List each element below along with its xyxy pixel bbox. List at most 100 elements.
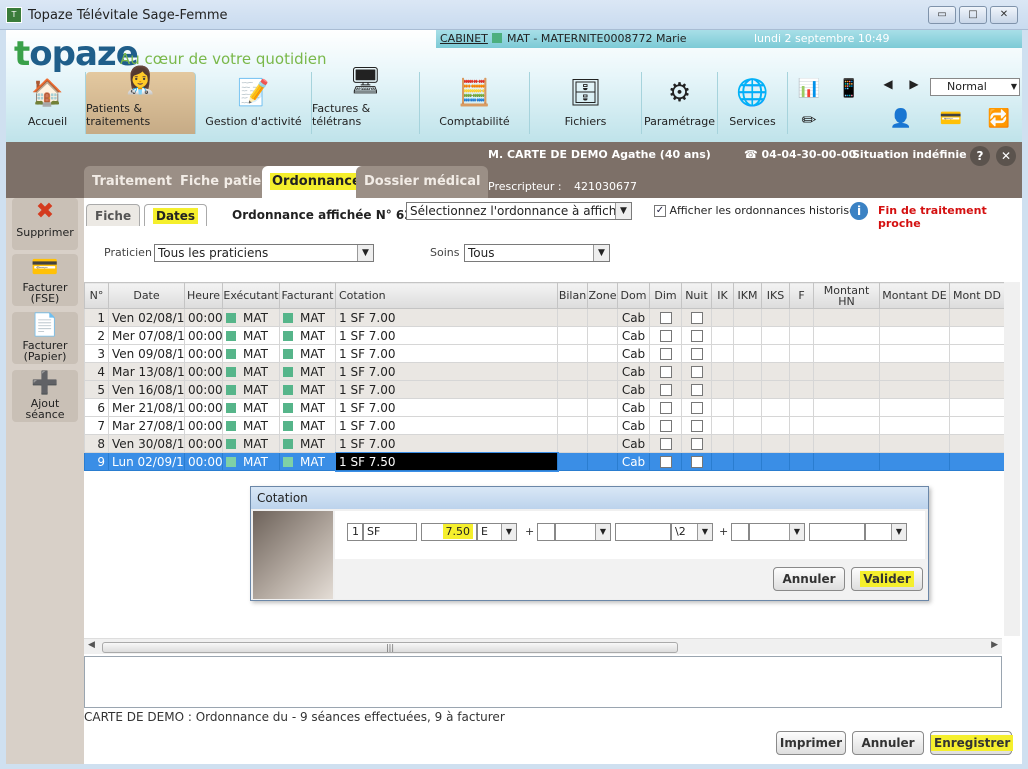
ordonnance-select[interactable]: Sélectionnez l'ordonnance à afficher ▼ [406, 202, 632, 220]
row-checkbox[interactable] [690, 312, 703, 324]
cell-ik[interactable] [711, 326, 734, 345]
invoice-fse-button[interactable]: 💳 Facturer (FSE) [12, 254, 78, 306]
cell-zone[interactable] [587, 344, 618, 363]
exit-icon[interactable]: 🔁 [986, 106, 1012, 132]
cancel-button[interactable]: Annuler [852, 731, 924, 755]
cell-montant-dd[interactable] [949, 380, 1005, 399]
cell-executant[interactable]: MAT [222, 362, 280, 381]
forward-icon[interactable]: ▶ [904, 74, 924, 94]
cell-montant-dd[interactable] [949, 434, 1005, 453]
cell-dom[interactable]: Cab [617, 326, 650, 345]
cell-f[interactable] [789, 308, 814, 327]
cell-cotation[interactable]: 1 SF 7.50 [334, 451, 559, 472]
cell-montant-dd[interactable] [949, 344, 1005, 363]
modifier-select[interactable]: E ▼ [477, 523, 517, 541]
cell-ikm[interactable] [733, 308, 762, 327]
cell-cotation[interactable]: 1 SF 7.00 [335, 434, 558, 453]
cell-montant-hn[interactable] [813, 398, 880, 417]
chart-icon[interactable]: 📊 [796, 76, 822, 102]
col-header[interactable]: Dom [617, 282, 650, 309]
pencil-icon[interactable]: ✏ [796, 108, 822, 134]
cell-number[interactable]: 4 [84, 362, 109, 381]
cell-f[interactable] [789, 326, 814, 345]
cell-montant-hn[interactable] [813, 326, 880, 345]
cell-date[interactable]: Mer 07/08/19 [108, 326, 185, 345]
cell-f[interactable] [789, 362, 814, 381]
table-row[interactable]: 2 Mer 07/08/19 00:00 MAT MAT 1 SF 7.00 Cab [84, 326, 1005, 345]
cell-montant-de[interactable] [879, 308, 950, 327]
cell-zone[interactable] [587, 326, 618, 345]
col-header[interactable]: Heure [184, 282, 223, 309]
dialog-cancel-button[interactable]: Annuler [773, 567, 845, 591]
cell-date[interactable]: Ven 16/08/19 [108, 380, 185, 399]
row-checkbox[interactable] [659, 384, 672, 396]
cell-executant[interactable]: MAT [222, 308, 280, 327]
row-checkbox[interactable] [690, 456, 703, 468]
cell-date[interactable]: Ven 30/08/19 [108, 434, 185, 453]
cell-zone[interactable] [587, 380, 618, 399]
cell-executant[interactable]: MAT [222, 398, 280, 417]
cell-bilan[interactable] [557, 434, 588, 453]
close-window-button[interactable]: ✕ [990, 6, 1018, 24]
coef-field[interactable]: 7.50 [421, 523, 477, 541]
row-checkbox[interactable] [690, 402, 703, 414]
col-header[interactable]: Montant HN [813, 282, 880, 309]
table-row[interactable]: 6 Mer 21/08/19 00:00 MAT MAT 1 SF 7.00 Cab [84, 398, 1005, 417]
qty-field-3[interactable] [731, 523, 749, 541]
cell-number[interactable]: 3 [84, 344, 109, 363]
cell-date[interactable]: Ven 09/08/19 [108, 344, 185, 363]
table-row[interactable]: 4 Mar 13/08/19 00:00 MAT MAT 1 SF 7.00 Cab [84, 362, 1005, 381]
col-header[interactable]: Facturant [279, 282, 336, 309]
cell-montant-hn[interactable] [813, 434, 880, 453]
cell-bilan[interactable] [557, 398, 588, 417]
cell-ik[interactable] [711, 398, 734, 417]
nav-parametrage[interactable]: ⚙ Paramétrage [642, 72, 718, 134]
cell-number[interactable]: 6 [84, 398, 109, 417]
cell-montant-de[interactable] [879, 362, 950, 381]
historised-checkbox[interactable] [654, 205, 666, 217]
cell-dom[interactable]: Cab [617, 380, 650, 399]
cell-number[interactable]: 1 [84, 308, 109, 327]
cell-zone[interactable] [587, 452, 618, 471]
cell-montant-hn[interactable] [813, 416, 880, 435]
col-header[interactable]: Bilan [557, 282, 588, 309]
nav-accueil[interactable]: 🏠 Accueil [10, 72, 86, 134]
code-select-3[interactable]: ▼ [749, 523, 805, 541]
cell-iks[interactable] [761, 434, 790, 453]
modifier-select-3[interactable]: ▼ [865, 523, 907, 541]
cell-dom[interactable]: Cab [617, 398, 650, 417]
cell-ikm[interactable] [733, 452, 762, 471]
cell-bilan[interactable] [557, 344, 588, 363]
cell-executant[interactable]: MAT [222, 434, 280, 453]
cell-dom[interactable]: Cab [617, 416, 650, 435]
cell-iks[interactable] [761, 452, 790, 471]
cell-ikm[interactable] [733, 398, 762, 417]
cell-iks[interactable] [761, 380, 790, 399]
dialog-validate-button[interactable]: Valider [851, 567, 923, 591]
col-header[interactable]: IKM [733, 282, 762, 309]
col-header[interactable]: Date [108, 282, 185, 309]
cell-executant[interactable]: MAT [222, 344, 280, 363]
cell-cotation[interactable]: 1 SF 7.00 [335, 416, 558, 435]
cell-time[interactable]: 00:00 [184, 362, 223, 381]
cell-executant[interactable]: MAT [222, 452, 280, 471]
cell-number[interactable]: 8 [84, 434, 109, 453]
cell-iks[interactable] [761, 362, 790, 381]
col-header[interactable]: Nuit [681, 282, 712, 309]
cell-montant-de[interactable] [879, 452, 950, 471]
cell-ik[interactable] [711, 380, 734, 399]
cell-facturant[interactable]: MAT [279, 434, 336, 453]
col-header[interactable]: Dim [649, 282, 682, 309]
cell-f[interactable] [789, 416, 814, 435]
cell-ikm[interactable] [733, 416, 762, 435]
cell-dom[interactable]: Cab [617, 362, 650, 381]
row-checkbox[interactable] [659, 330, 672, 342]
cell-facturant[interactable]: MAT [279, 380, 336, 399]
nav-comptabilite[interactable]: 🧮 Comptabilité [420, 72, 530, 134]
cell-iks[interactable] [761, 344, 790, 363]
back-icon[interactable]: ◀ [878, 74, 898, 94]
cell-facturant[interactable]: MAT [279, 416, 336, 435]
praticien-select[interactable]: Tous les praticiens ▼ [154, 244, 374, 262]
cell-cotation[interactable]: 1 SF 7.00 [335, 362, 558, 381]
nav-gestion[interactable]: 📝 Gestion d'activité [196, 72, 312, 134]
